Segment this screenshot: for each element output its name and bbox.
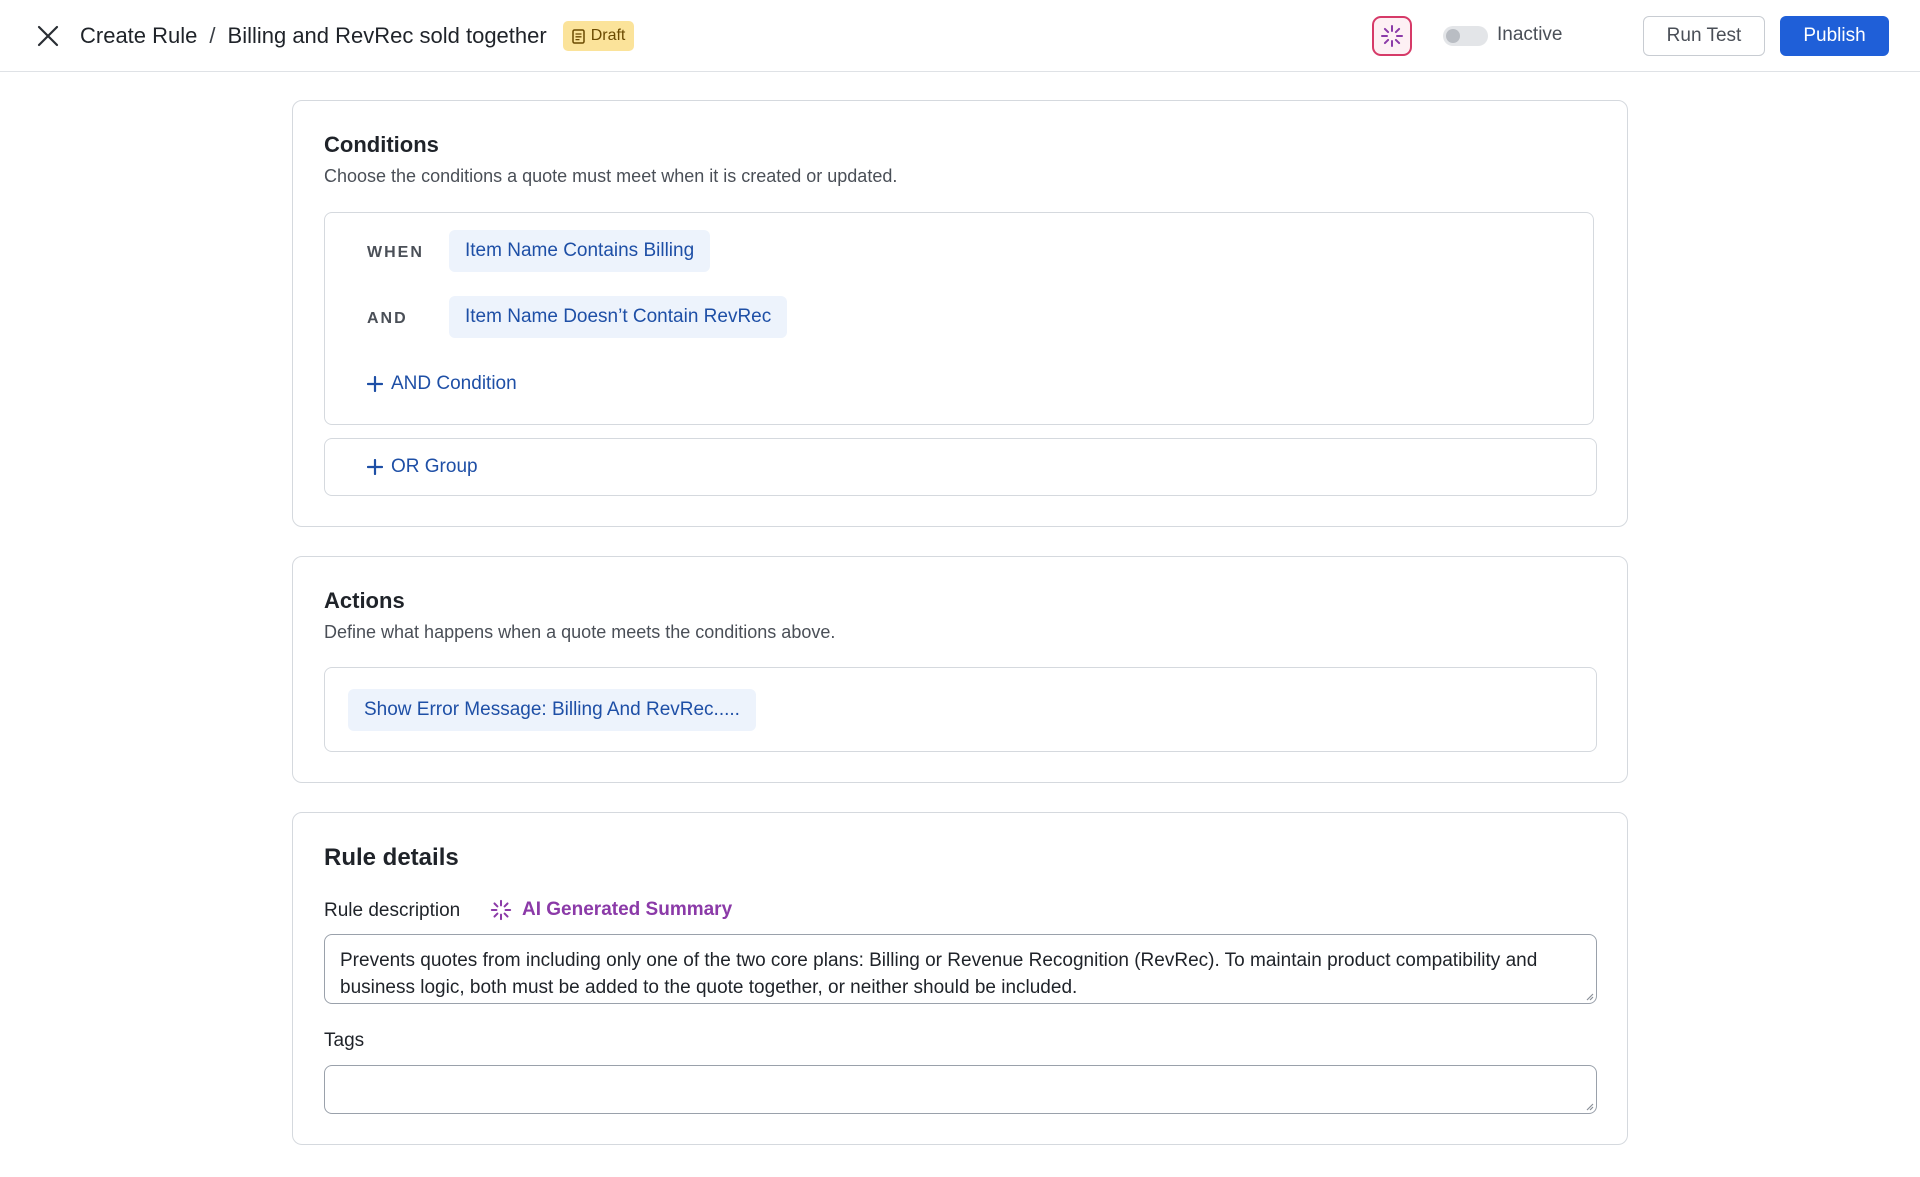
publish-button[interactable]: Publish — [1780, 16, 1889, 56]
rule-description-textarea[interactable]: Prevents quotes from including only one … — [324, 934, 1597, 1004]
run-test-button[interactable]: Run Test — [1643, 16, 1765, 56]
condition-pill[interactable]: Item Name Doesn’t Contain RevRec — [449, 296, 788, 338]
status-badge: Draft — [562, 21, 635, 51]
sparkle-icon — [1381, 25, 1403, 47]
plus-icon — [367, 459, 383, 475]
close-icon — [37, 25, 59, 47]
ai-summary-label: AI Generated Summary — [522, 899, 733, 920]
rule-name-title: Billing and RevRec sold together — [227, 23, 547, 48]
ai-assistant-button[interactable] — [1372, 16, 1412, 56]
conditions-title: Conditions — [324, 132, 439, 157]
document-icon — [571, 28, 585, 44]
active-toggle[interactable] — [1443, 26, 1488, 46]
rule-details-card: Rule details Rule description AI Generat… — [292, 812, 1628, 1145]
add-or-group-button[interactable]: OR Group — [367, 456, 478, 478]
actions-title: Actions — [324, 588, 405, 613]
breadcrumb-separator: / — [209, 23, 216, 48]
close-button[interactable] — [34, 22, 62, 50]
rule-details-title: Rule details — [324, 844, 459, 871]
actions-card: Actions Define what happens when a quote… — [292, 556, 1628, 783]
add-and-condition-label: AND Condition — [391, 373, 517, 394]
breadcrumb-root[interactable]: Create Rule — [80, 23, 197, 49]
sparkle-icon — [490, 899, 512, 921]
add-or-group-label: OR Group — [391, 456, 478, 477]
action-pill[interactable]: Show Error Message: Billing And RevRec..… — [348, 689, 756, 731]
breadcrumb: Create Rule / Billing and RevRec sold to… — [80, 18, 635, 54]
when-keyword: WHEN — [367, 244, 424, 261]
rule-description-label: Rule description — [324, 900, 461, 921]
tags-input[interactable] — [324, 1065, 1597, 1114]
condition-group: WHEN Item Name Contains Billing AND Item… — [324, 212, 1594, 425]
or-group-box: OR Group — [324, 438, 1597, 496]
conditions-card: Conditions Choose the conditions a quote… — [292, 100, 1628, 527]
action-list: Show Error Message: Billing And RevRec..… — [324, 667, 1597, 752]
tags-label: Tags — [324, 1030, 365, 1051]
toggle-label: Inactive — [1497, 24, 1563, 45]
status-badge-label: Draft — [590, 27, 626, 44]
condition-pill[interactable]: Item Name Contains Billing — [449, 230, 711, 272]
plus-icon — [367, 376, 383, 392]
conditions-subtitle: Choose the conditions a quote must meet … — [324, 166, 898, 186]
and-keyword: AND — [367, 310, 408, 327]
top-bar: Create Rule / Billing and RevRec sold to… — [0, 0, 1920, 72]
ai-generated-summary-button[interactable]: AI Generated Summary — [490, 899, 732, 921]
actions-subtitle: Define what happens when a quote meets t… — [324, 622, 836, 642]
add-and-condition-button[interactable]: AND Condition — [367, 373, 517, 395]
toggle-knob — [1446, 29, 1460, 43]
